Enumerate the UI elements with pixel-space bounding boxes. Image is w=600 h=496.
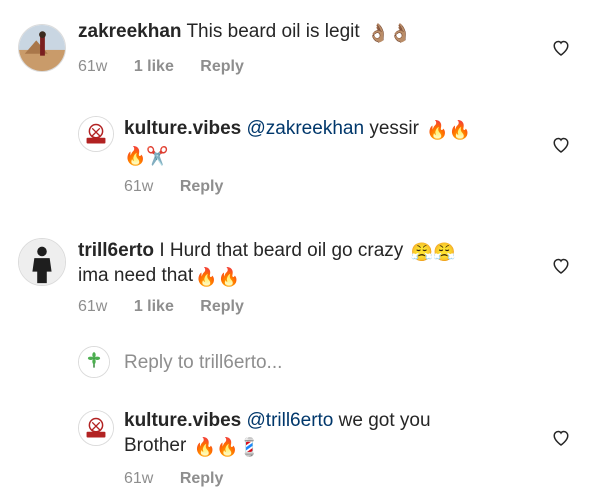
reply-button[interactable]: Reply [180,178,224,195]
comment-text-line2: ima need that 🔥🔥 [78,263,240,289]
fire-scissors-emoji-icon: 🔥✂️ [124,146,169,166]
fire-emoji-icon: 🔥🔥 [195,267,240,287]
avatar-zakreekhan[interactable] [18,24,66,72]
avatar-kulture-vibes[interactable] [78,116,114,152]
comment-body: yessir [369,118,419,139]
comment-text: kulture.vibes @trill6erto we got you [124,408,431,434]
comment-username[interactable]: kulture.vibes [124,118,241,139]
avatar-kulture-vibes[interactable] [78,410,114,446]
comment-username[interactable]: zakreekhan [78,21,182,42]
comment-body: ima need that [78,265,194,286]
reply-button[interactable]: Reply [200,58,244,75]
steam-face-emoji-icon: 😤😤 [410,242,456,262]
reply-button[interactable]: Reply [200,298,244,315]
comment-text: kulture.vibes @zakreekhan yessir 🔥🔥 [124,116,471,142]
comment-meta: 61w 1 like Reply [78,58,266,76]
comment-meta: 61w Reply [124,178,245,196]
comment-time: 61w [124,178,154,195]
profile-photo-desert-icon [19,25,65,71]
reply-input[interactable]: Reply to trill6erto... [124,352,282,374]
comment-meta: 61w Reply [124,470,245,488]
comment-text: zakreekhan This beard oil is legit 👌🏽👌🏽 [78,19,412,45]
profile-photo-person-icon [19,239,65,285]
avatar-current-user [78,346,110,378]
plant-logo-icon [79,347,109,377]
comment-time: 61w [124,470,154,487]
mention-link[interactable]: @trill6erto [247,410,334,431]
ok-hand-emoji-icon: 👌🏽👌🏽 [366,23,412,43]
like-heart-icon[interactable] [552,39,570,56]
mention-link[interactable]: @zakreekhan [247,118,365,139]
comment-time: 61w [78,298,108,315]
fire-emoji-icon: 🔥🔥 [426,120,472,140]
comment-body: we got you [338,410,431,431]
comment-text-line2: 🔥✂️ [124,142,169,168]
comment-username[interactable]: trill6erto [78,240,154,261]
barbershop-logo-icon [79,411,113,445]
avatar-trill6erto[interactable] [18,238,66,286]
likes-count-link[interactable]: 1 like [134,58,174,75]
comment-time: 61w [78,58,108,75]
reply-button[interactable]: Reply [180,470,224,487]
like-heart-icon[interactable] [552,136,570,153]
comment-text: trill6erto I Hurd that beard oil go craz… [78,238,455,264]
comment-body: I Hurd that beard oil go crazy [159,240,404,261]
like-heart-icon[interactable] [552,257,570,274]
comment-body: Brother [124,435,187,456]
comment-text-line2: Brother 🔥🔥💈 [124,433,261,459]
barbershop-logo-icon [79,117,113,151]
like-heart-icon[interactable] [552,429,570,446]
comment-username[interactable]: kulture.vibes [124,410,241,431]
comment-meta: 61w 1 like Reply [78,298,266,316]
comment-body: This beard oil is legit [186,21,360,42]
fire-barber-pole-emoji-icon: 🔥🔥💈 [193,437,261,457]
likes-count-link[interactable]: 1 like [134,298,174,315]
